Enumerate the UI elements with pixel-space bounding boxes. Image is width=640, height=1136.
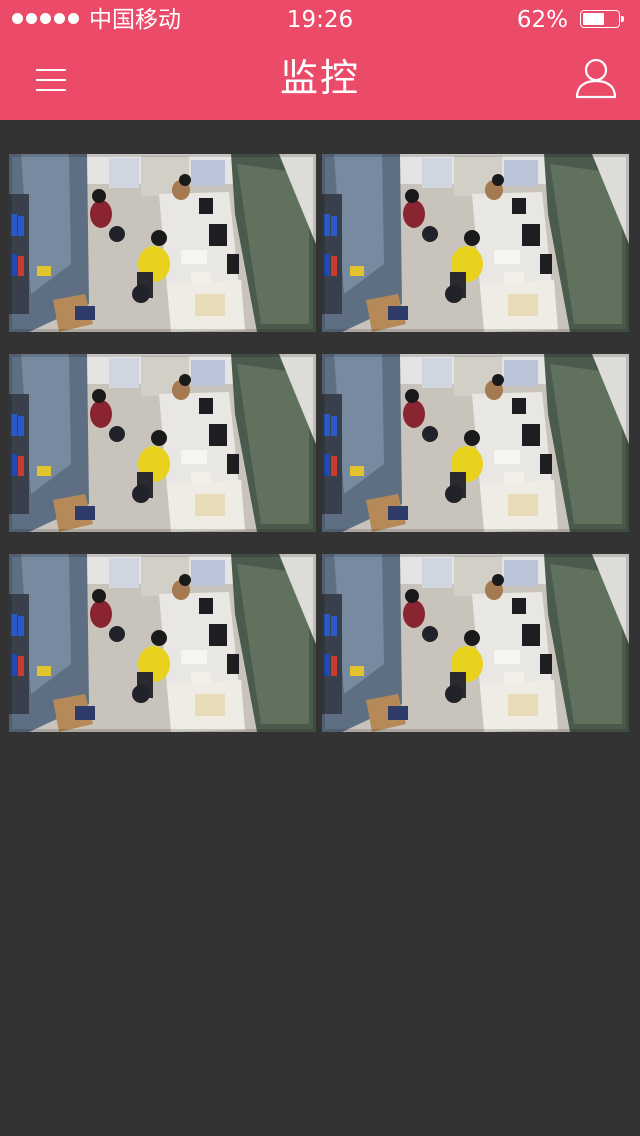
status-bar: 中国移动 19:26 62%	[0, 0, 640, 40]
camera-feed-tile[interactable]	[322, 154, 629, 332]
camera-feed-tile[interactable]	[322, 354, 629, 532]
battery-percent: 62%	[516, 7, 568, 33]
user-profile-button[interactable]	[572, 54, 620, 102]
app-root: 中国移动 19:26 62% 监控	[0, 0, 640, 1136]
camera-feed-tile[interactable]	[322, 554, 629, 732]
camera-feed-image	[322, 354, 629, 532]
battery-icon	[580, 10, 626, 30]
camera-feed-tile[interactable]	[9, 554, 316, 732]
camera-feed-image	[322, 554, 629, 732]
user-profile-icon	[575, 58, 617, 99]
camera-feed-tile[interactable]	[9, 154, 316, 332]
camera-feed-tile[interactable]	[9, 354, 316, 532]
camera-feed-image	[9, 354, 316, 532]
camera-grid	[9, 154, 631, 732]
camera-feed-image	[9, 554, 316, 732]
camera-feed-image	[322, 154, 629, 332]
page-title: 监控	[279, 56, 360, 100]
top-bar: 中国移动 19:26 62% 监控	[0, 0, 640, 120]
camera-feed-image	[9, 154, 316, 332]
nav-bar: 监控	[0, 40, 640, 120]
